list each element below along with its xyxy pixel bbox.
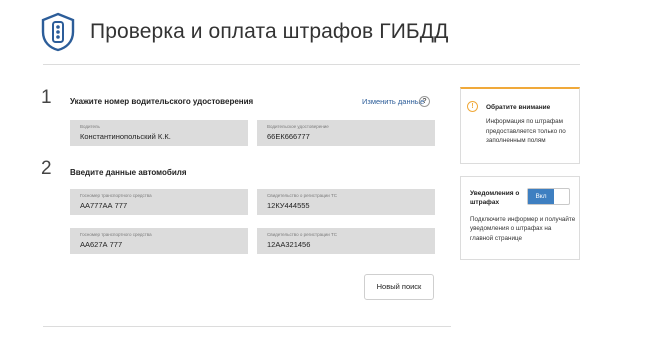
notifications-title: Уведомления о штрафах <box>470 190 520 206</box>
notice-text: Информация по штрафам предоставляется то… <box>486 118 566 144</box>
step-1-title: Укажите номер водительского удостоверени… <box>70 97 254 106</box>
header-divider <box>43 64 580 65</box>
registration-cert-field-1[interactable]: Свидетельство о регистрации ТС 12КУ44455… <box>257 189 435 215</box>
field-value: 12КУ444555 <box>267 201 310 210</box>
notice-panel: ! Обратите внимание Информация по штрафа… <box>460 87 580 164</box>
plate-number-field-1[interactable]: Госномер транспортного средства АА777АА … <box>70 189 248 215</box>
plate-number-field-2[interactable]: Госномер транспортного средства АА627А 7… <box>70 228 248 254</box>
help-icon[interactable]: ? <box>419 96 430 107</box>
driver-name-field[interactable]: Водитель Константинопольский К.К. <box>70 120 248 146</box>
field-label: Свидетельство о регистрации ТС <box>267 193 337 198</box>
page-header: Проверка и оплата штрафов ГИБДД <box>40 12 580 64</box>
field-label: Свидетельство о регистрации ТС <box>267 232 337 237</box>
field-value: АА777АА 777 <box>80 201 128 210</box>
field-value: Константинопольский К.К. <box>80 132 171 141</box>
registration-cert-field-2[interactable]: Свидетельство о регистрации ТС 12АА32145… <box>257 228 435 254</box>
notifications-panel: Уведомления о штрафах Вкл Подключите инф… <box>460 176 580 260</box>
change-data-link[interactable]: Изменить данные <box>362 97 424 106</box>
notifications-text: Подключите информер и получайте уведомле… <box>470 216 576 242</box>
license-number-field[interactable]: Водительское удостоверение 66ЕК666777 <box>257 120 435 146</box>
field-label: Госномер транспортного средства <box>80 232 152 237</box>
warning-icon: ! <box>467 101 478 112</box>
traffic-light-shield-icon <box>41 12 75 52</box>
notifications-toggle[interactable]: Вкл <box>527 188 570 205</box>
bottom-divider <box>43 326 451 327</box>
step-1-number: 1 <box>41 87 52 108</box>
field-label: Госномер транспортного средства <box>80 193 152 198</box>
page-title: Проверка и оплата штрафов ГИБДД <box>90 20 449 43</box>
field-value: 66ЕК666777 <box>267 132 310 141</box>
field-label: Водительское удостоверение <box>267 124 329 129</box>
notice-title: Обратите внимание <box>486 104 551 111</box>
toggle-on-label: Вкл <box>528 189 554 204</box>
new-search-button[interactable]: Новый поиск <box>364 274 434 300</box>
field-label: Водитель <box>80 124 100 129</box>
step-2-number: 2 <box>41 158 52 179</box>
step-2-title: Введите данные автомобиля <box>70 168 187 177</box>
field-value: АА627А 777 <box>80 240 123 249</box>
field-value: 12АА321456 <box>267 240 311 249</box>
